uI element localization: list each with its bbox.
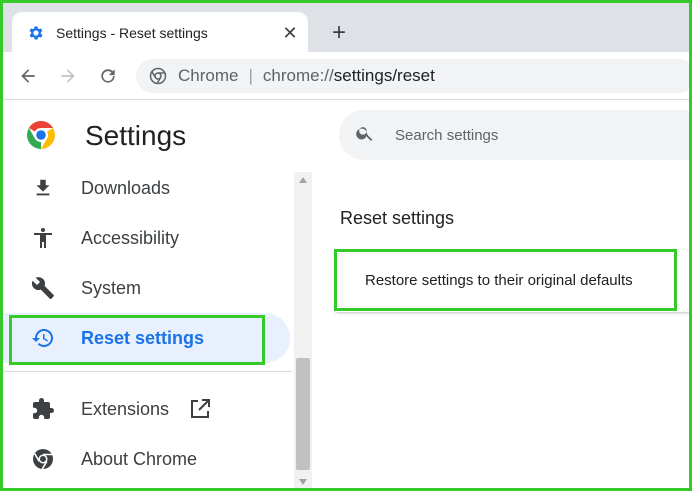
sidebar-item-label: Extensions: [81, 398, 170, 419]
wrench-icon: [30, 275, 56, 301]
url-separator: |: [248, 66, 253, 85]
puzzle-icon: [30, 396, 56, 422]
url-path: settings/reset: [333, 66, 435, 85]
arrow-right-icon: [61, 69, 75, 83]
forward-button[interactable]: [54, 62, 82, 90]
sidebar-item-label: System: [81, 277, 142, 298]
search-placeholder: Search settings: [395, 126, 499, 144]
url-scheme: chrome://: [262, 66, 334, 85]
reload-icon: [101, 69, 115, 83]
sidebar-item-label: Reset settings: [81, 327, 205, 348]
site-name: Chrome: [178, 66, 239, 85]
download-icon: [30, 175, 56, 201]
restore-defaults-card[interactable]: Restore settings to their original defau…: [336, 250, 692, 312]
section-title: Reset settings: [340, 208, 455, 228]
reload-button[interactable]: [94, 62, 122, 90]
close-icon[interactable]: ✕: [278, 21, 302, 45]
address-bar[interactable]: Chrome | chrome://settings/reset: [136, 59, 692, 93]
sidebar-item-label: About Chrome: [81, 448, 198, 469]
search-input[interactable]: Search settings: [339, 110, 692, 160]
sidebar: Settings Downloads Accessibility System …: [0, 100, 316, 491]
scrollbar-thumb[interactable]: [296, 358, 310, 470]
sidebar-item-downloads[interactable]: Downloads: [0, 163, 290, 213]
sidebar-item-extensions[interactable]: Extensions: [0, 384, 290, 434]
arrow-left-icon: [21, 69, 35, 83]
back-button[interactable]: [14, 62, 42, 90]
tab-strip: Settings - Reset settings ✕ +: [0, 0, 692, 54]
scroll-down-arrow-icon[interactable]: [294, 474, 312, 490]
chrome-icon: [148, 66, 168, 86]
tab-settings[interactable]: Settings - Reset settings ✕: [12, 12, 308, 54]
restore-icon: [30, 325, 56, 351]
restore-defaults-label: Restore settings to their original defau…: [365, 272, 633, 289]
search-icon: [355, 123, 375, 148]
open-in-new-icon: [188, 397, 212, 421]
sidebar-item-about-chrome[interactable]: About Chrome: [0, 434, 290, 484]
chrome-logo-icon: [26, 120, 56, 150]
sidebar-item-label: Downloads: [81, 177, 171, 198]
gear-icon: [26, 23, 46, 43]
sidebar-item-system[interactable]: System: [0, 263, 290, 313]
sidebar-scrollbar[interactable]: [294, 172, 312, 490]
main-content: Search settings Reset settings Restore s…: [316, 100, 692, 491]
sidebar-item-accessibility[interactable]: Accessibility: [0, 213, 290, 263]
chrome-icon: [30, 446, 56, 472]
page-title: Settings: [85, 120, 187, 151]
tab-title: Settings - Reset settings: [56, 25, 208, 41]
toolbar: Chrome | chrome://settings/reset: [0, 52, 692, 100]
sidebar-divider: [0, 371, 292, 372]
accessibility-icon: [30, 225, 56, 251]
new-tab-button[interactable]: +: [326, 19, 352, 46]
sidebar-item-label: Accessibility: [81, 227, 180, 248]
sidebar-item-reset-settings[interactable]: Reset settings: [0, 313, 290, 363]
scroll-up-arrow-icon[interactable]: [294, 172, 312, 188]
